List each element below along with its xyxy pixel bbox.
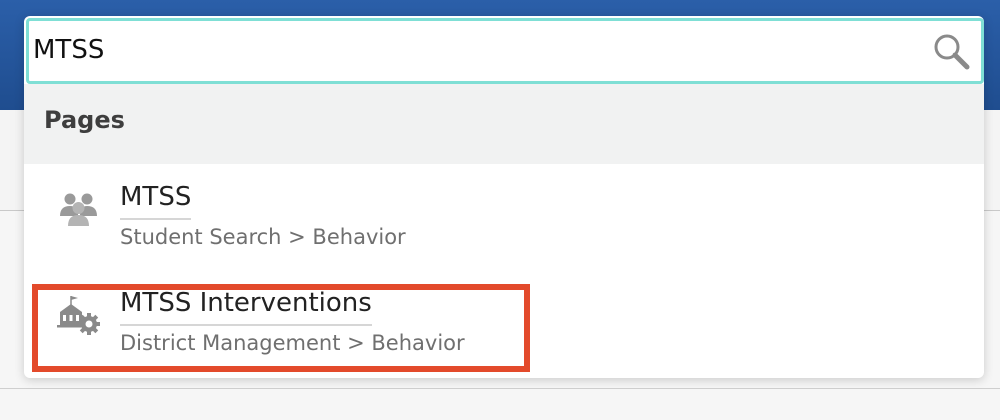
result-breadcrumb: District Management > Behavior [120,331,465,355]
result-title[interactable]: MTSS [120,180,192,220]
search-result-mtss[interactable]: MTSS Student Search > Behavior [24,176,984,276]
section-title: Pages [44,106,125,134]
result-breadcrumb: Student Search > Behavior [120,225,406,249]
magnifier-icon[interactable] [931,31,971,71]
result-title[interactable]: MTSS Interventions [120,286,372,326]
search-result-mtss-interventions[interactable]: MTSS Interventions District Management >… [24,282,984,378]
result-text: MTSS Interventions District Management >… [120,286,465,355]
section-header-pages: Pages [24,84,984,164]
result-text: MTSS Student Search > Behavior [120,180,406,249]
search-box [26,18,984,84]
search-dropdown: Pages MTSS Student Search > Behavior [24,16,984,378]
search-input[interactable] [33,29,913,71]
people-group-icon [56,186,102,232]
page-divider [0,388,1000,389]
school-gear-icon [56,292,102,338]
